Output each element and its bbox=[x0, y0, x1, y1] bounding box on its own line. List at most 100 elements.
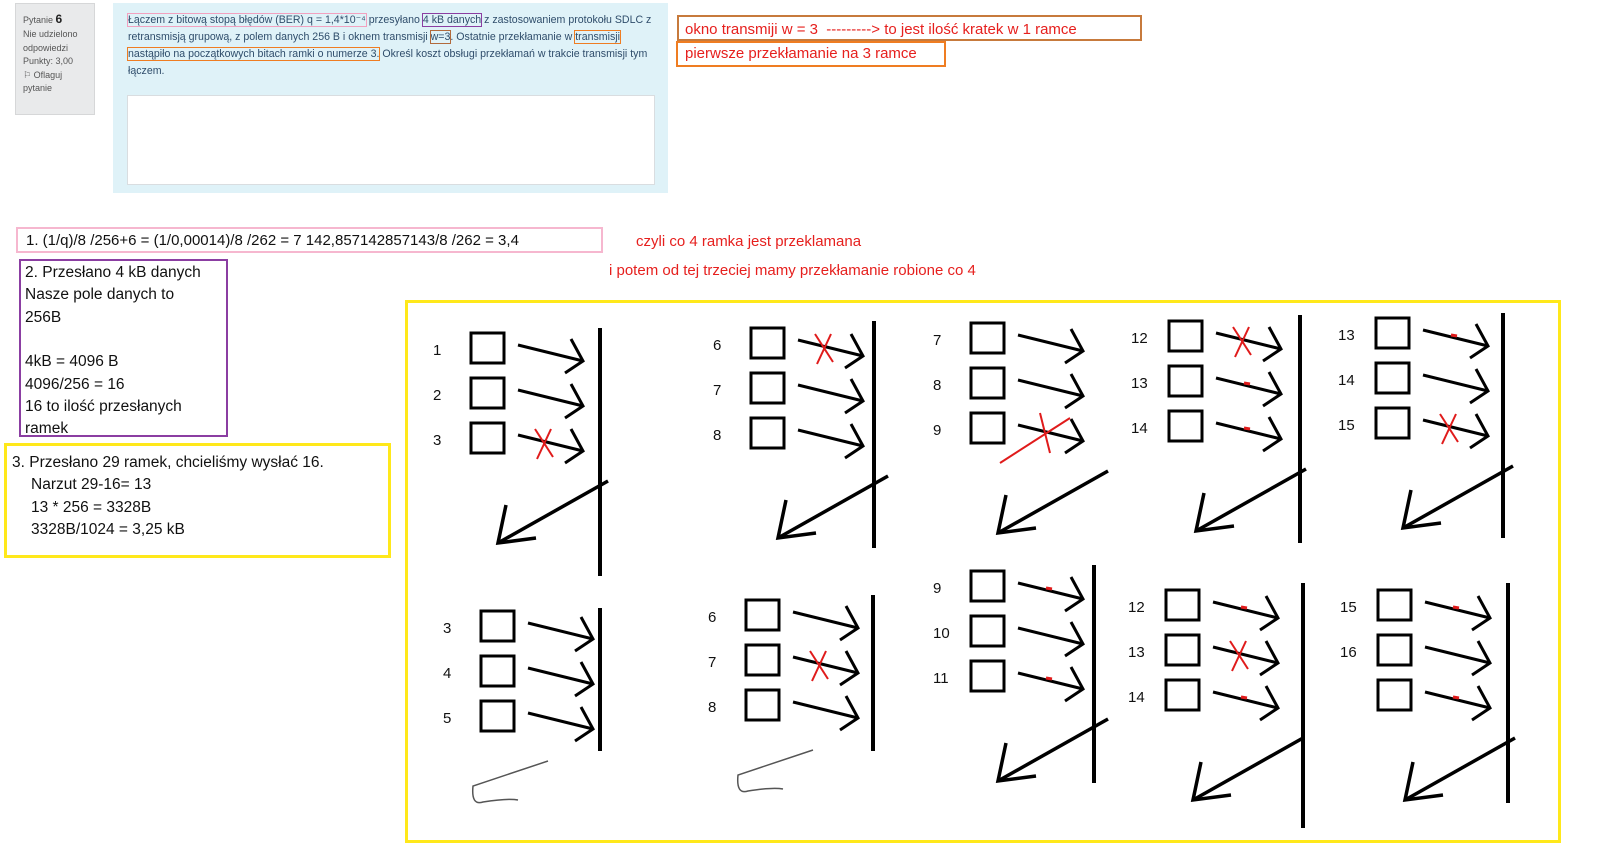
transmission-diagram-frame: 1 2 3 6 7 8 7 8 9 12 13 14 13 14 15 3 4 5 6 7 8 9 10 11 12 13 14 15… bbox=[405, 300, 1561, 843]
first-error-note: pierwsze przekłamanie na 3 ramce bbox=[676, 41, 946, 67]
frame-square bbox=[1167, 364, 1204, 398]
frame-number: 13 bbox=[1131, 375, 1148, 392]
flag-question-link[interactable]: ⚐ Oflaguj pytanie bbox=[23, 69, 87, 96]
return-arrow bbox=[1402, 464, 1514, 530]
frame-number: 14 bbox=[1338, 372, 1355, 389]
question-number: 6 bbox=[55, 12, 63, 26]
frame-number: 10 bbox=[933, 625, 950, 642]
frame-square bbox=[1374, 406, 1411, 440]
frame-arrow bbox=[1212, 645, 1279, 665]
frame-arrow bbox=[1017, 671, 1084, 691]
frame-arrow bbox=[1017, 626, 1084, 646]
return-hook bbox=[736, 749, 814, 793]
frame-number: 13 bbox=[1338, 327, 1355, 344]
frame-number: 12 bbox=[1131, 330, 1148, 347]
frame-number: 7 bbox=[713, 382, 721, 399]
frame-number: 15 bbox=[1338, 417, 1355, 434]
step3-line: 3328B/1024 = 3,25 kB bbox=[31, 521, 185, 539]
frame-arrow bbox=[797, 428, 864, 448]
frame-square bbox=[1167, 409, 1204, 443]
frame-number: 4 bbox=[443, 665, 451, 682]
frame-square bbox=[1376, 678, 1413, 712]
frame-square bbox=[749, 371, 786, 405]
frame-square bbox=[469, 421, 506, 455]
question-points: Punkty: 3,00 bbox=[23, 56, 74, 66]
step3-line: Narzut 29-16= 13 bbox=[31, 476, 152, 494]
answer-input[interactable] bbox=[127, 95, 655, 185]
frame-square bbox=[1374, 316, 1411, 350]
step1-formula: 1. (1/q)/8 /256+6 = (1/0,00014)/8 /262 =… bbox=[16, 227, 603, 253]
frame-square bbox=[744, 598, 781, 632]
frame-square bbox=[969, 411, 1006, 445]
frame-square bbox=[1164, 633, 1201, 667]
frame-number: 8 bbox=[708, 699, 716, 716]
window-highlight: w=3 bbox=[429, 30, 452, 44]
frame-square bbox=[749, 416, 786, 450]
error-tick bbox=[1452, 695, 1460, 700]
frame-arrow bbox=[797, 338, 864, 358]
step2-line: ramek bbox=[25, 420, 69, 438]
frame-arrow bbox=[1017, 378, 1084, 398]
frame-arrow bbox=[792, 655, 859, 675]
frame-arrow bbox=[792, 700, 859, 720]
error-tick bbox=[1045, 586, 1053, 591]
frame-number: 14 bbox=[1131, 420, 1148, 437]
frame-arrow bbox=[1422, 373, 1489, 393]
return-arrow bbox=[997, 469, 1109, 535]
frame-number: 13 bbox=[1128, 644, 1145, 661]
frame-arrow bbox=[1215, 376, 1282, 396]
frame-number: 7 bbox=[708, 654, 716, 671]
return-arrow bbox=[1404, 736, 1516, 802]
frame-square bbox=[1376, 588, 1413, 622]
every-fourth-note: czyli co 4 ramka jest przeklamana bbox=[636, 233, 862, 250]
frame-arrow bbox=[1424, 600, 1491, 620]
frame-number: 7 bbox=[933, 332, 941, 349]
frame-number: 2 bbox=[433, 387, 441, 404]
frame-arrow bbox=[792, 610, 859, 630]
return-arrow bbox=[497, 479, 609, 545]
frame-arrow bbox=[1424, 690, 1491, 710]
frame-square bbox=[969, 321, 1006, 355]
frame-number: 12 bbox=[1128, 599, 1145, 616]
frame-number: 6 bbox=[713, 337, 721, 354]
frame-arrow bbox=[527, 666, 594, 686]
frame-arrow bbox=[527, 621, 594, 641]
error-tick bbox=[1450, 333, 1458, 338]
return-arrow bbox=[777, 474, 889, 540]
frame-number: 3 bbox=[433, 432, 441, 449]
frame-number: 11 bbox=[933, 670, 949, 687]
frame-number: 8 bbox=[713, 427, 721, 444]
frame-arrow bbox=[527, 711, 594, 731]
frame-square bbox=[1167, 319, 1204, 353]
step2-line bbox=[25, 329, 222, 351]
frame-square bbox=[479, 654, 516, 688]
frame-square bbox=[1164, 678, 1201, 712]
frame-arrow bbox=[517, 433, 584, 453]
frame-square bbox=[469, 376, 506, 410]
step2-line: Nasze pole danych to bbox=[25, 286, 175, 304]
transmission-diagram: 1236787891213141314153456789101112131415… bbox=[433, 313, 1516, 828]
frame-arrow bbox=[1215, 421, 1282, 441]
step2-line: 2. Przesłano 4 kB danych bbox=[25, 264, 201, 281]
error-tick bbox=[1243, 426, 1251, 431]
data-size-highlight: 4 kB danych bbox=[421, 13, 483, 27]
question-text: Łączem z bitową stopą błędów (BER) q = 1… bbox=[127, 12, 653, 80]
frame-arrow bbox=[517, 388, 584, 408]
step2-line: 16 to ilość przesłanych bbox=[25, 398, 182, 416]
return-hook bbox=[471, 760, 549, 804]
step2-line: 4kB = 4096 B bbox=[25, 353, 119, 371]
frame-arrow bbox=[1017, 333, 1084, 353]
frame-square bbox=[744, 688, 781, 722]
step2-line: 4096/256 = 16 bbox=[25, 375, 125, 393]
frame-arrow bbox=[1017, 581, 1084, 601]
return-arrow bbox=[997, 717, 1109, 783]
question-text-part: . Ostatnie przekłamanie w bbox=[450, 31, 576, 43]
return-arrow bbox=[1195, 467, 1307, 533]
error-mark bbox=[999, 417, 1071, 464]
frame-square bbox=[969, 659, 1006, 693]
question-label: Pytanie bbox=[23, 15, 54, 25]
frame-arrow bbox=[517, 343, 584, 363]
flag-icon: ⚐ bbox=[23, 69, 32, 80]
frame-arrow bbox=[1424, 645, 1491, 665]
step2-box: 2. Przesłano 4 kB danych Nasze pole dany… bbox=[19, 259, 228, 437]
